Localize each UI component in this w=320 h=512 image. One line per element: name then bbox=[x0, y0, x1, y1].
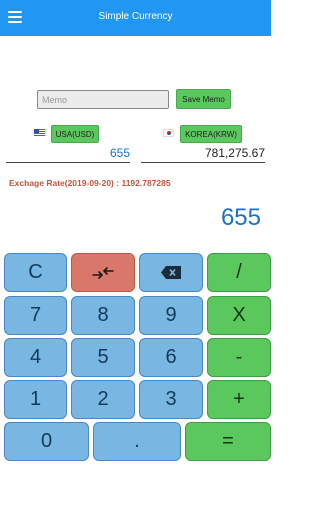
app-screen: Simple Currency Save Memo USA(USD) KOREA… bbox=[0, 0, 271, 512]
app-toolbar: Simple Currency bbox=[0, 0, 271, 36]
digit-1-key[interactable]: 1 bbox=[4, 380, 67, 419]
to-amount-field[interactable]: 781,275.67 bbox=[141, 146, 265, 163]
to-currency-button[interactable]: KOREA(KRW) bbox=[180, 125, 242, 143]
equals-key[interactable]: = bbox=[185, 422, 271, 461]
backspace-key[interactable] bbox=[139, 253, 203, 292]
digit-2-key[interactable]: 2 bbox=[71, 380, 135, 419]
digit-9-key[interactable]: 9 bbox=[139, 296, 203, 335]
digit-0-key[interactable]: 0 bbox=[4, 422, 89, 461]
decimal-point-key[interactable]: . bbox=[93, 422, 181, 461]
minus-key[interactable]: - bbox=[207, 338, 271, 377]
multiply-key[interactable]: X bbox=[207, 296, 271, 335]
digit-4-key[interactable]: 4 bbox=[4, 338, 67, 377]
backspace-icon bbox=[161, 266, 181, 279]
swap-arrows-icon bbox=[92, 266, 114, 279]
kr-flag-icon bbox=[163, 129, 174, 137]
us-flag-icon bbox=[34, 129, 45, 137]
digit-6-key[interactable]: 6 bbox=[139, 338, 203, 377]
swap-currency-key[interactable] bbox=[71, 253, 135, 292]
divide-key[interactable]: / bbox=[207, 253, 271, 292]
digit-5-key[interactable]: 5 bbox=[71, 338, 135, 377]
digit-3-key[interactable]: 3 bbox=[139, 380, 203, 419]
plus-key[interactable]: + bbox=[207, 380, 271, 419]
from-amount-field[interactable]: 655 bbox=[6, 146, 130, 163]
digit-7-key[interactable]: 7 bbox=[4, 296, 67, 335]
exchange-rate-text: Exchage Rate(2019-09-20) : 1192.787285 bbox=[9, 178, 171, 188]
clear-key[interactable]: C bbox=[4, 253, 67, 292]
save-memo-button[interactable]: Save Memo bbox=[176, 89, 231, 109]
digit-8-key[interactable]: 8 bbox=[71, 296, 135, 335]
memo-input[interactable] bbox=[37, 90, 169, 109]
calculator-display: 655 bbox=[220, 204, 261, 231]
app-title: Simple Currency bbox=[98, 11, 173, 22]
from-currency-button[interactable]: USA(USD) bbox=[51, 125, 99, 143]
